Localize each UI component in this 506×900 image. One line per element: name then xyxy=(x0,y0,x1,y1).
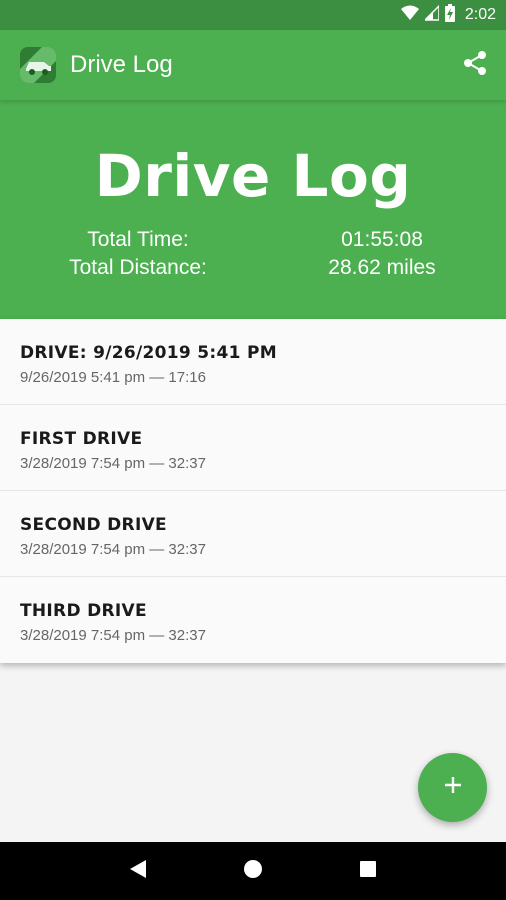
drive-list: DRIVE: 9/26/2019 5:41 PM 9/26/2019 5:41 … xyxy=(0,319,506,663)
drive-details: 3/28/2019 7:54 pm — 32:37 xyxy=(20,541,206,558)
battery-charging-icon xyxy=(444,3,455,27)
summary-header: Drive Log Total Time: 01:55:08 Total Dis… xyxy=(0,100,506,319)
drive-list-item[interactable]: FIRST DRIVE 3/28/2019 7:54 pm — 32:37 xyxy=(0,405,506,491)
car-app-icon xyxy=(20,47,56,83)
drive-list-item[interactable]: THIRD DRIVE 3/28/2019 7:54 pm — 32:37 xyxy=(0,577,506,663)
signal-icon xyxy=(423,3,440,26)
total-time-label: Total Time: xyxy=(87,228,189,251)
home-button[interactable] xyxy=(238,856,268,886)
drive-details: 3/28/2019 7:54 pm — 32:37 xyxy=(20,455,206,472)
drive-list-item[interactable]: DRIVE: 9/26/2019 5:41 PM 9/26/2019 5:41 … xyxy=(0,319,506,405)
back-icon xyxy=(129,859,147,884)
drive-details: 9/26/2019 5:41 pm — 17:16 xyxy=(20,369,206,386)
home-icon xyxy=(243,859,263,884)
add-drive-button[interactable] xyxy=(418,753,487,822)
drive-list-item[interactable]: SECOND DRIVE 3/28/2019 7:54 pm — 32:37 xyxy=(0,491,506,577)
drive-name: DRIVE: 9/26/2019 5:41 PM xyxy=(20,343,277,363)
drive-name: FIRST DRIVE xyxy=(20,429,143,449)
drive-name: THIRD DRIVE xyxy=(20,601,147,621)
total-distance-label: Total Distance: xyxy=(69,256,207,279)
share-icon xyxy=(462,50,488,81)
app-title: Drive Log xyxy=(70,51,173,78)
app-bar: Drive Log xyxy=(0,30,506,100)
total-distance-value: 28.62 miles xyxy=(328,256,436,279)
back-button[interactable] xyxy=(123,856,153,886)
drive-details: 3/28/2019 7:54 pm — 32:37 xyxy=(20,627,206,644)
plus-icon xyxy=(443,775,463,800)
status-bar: 2:02 xyxy=(0,0,506,30)
status-clock: 2:02 xyxy=(464,6,496,23)
total-time-row: Total Time: 01:55:08 xyxy=(0,228,506,256)
system-nav-bar xyxy=(0,842,506,900)
wifi-icon xyxy=(400,5,419,26)
total-distance-row: Total Distance: 28.62 miles xyxy=(0,256,506,284)
total-time-value: 01:55:08 xyxy=(341,228,423,251)
drive-name: SECOND DRIVE xyxy=(20,515,167,535)
summary-title: Drive Log xyxy=(94,142,412,210)
share-button[interactable] xyxy=(460,50,490,80)
recents-icon xyxy=(359,860,377,883)
recents-button[interactable] xyxy=(353,856,383,886)
